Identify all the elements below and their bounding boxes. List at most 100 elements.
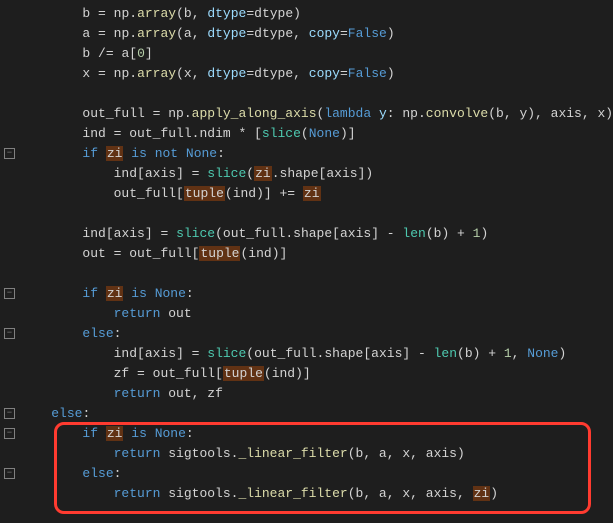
code-token: slice (176, 226, 215, 241)
code-line[interactable]: ind = out_full.ndim * [slice(None)] (20, 124, 613, 144)
code-token: [ (176, 186, 184, 201)
code-line[interactable]: return out, zf (20, 384, 613, 404)
code-token: )] += (256, 186, 303, 201)
code-token: else (51, 406, 82, 421)
code-token: zi (106, 146, 124, 161)
code-token: )] (340, 126, 356, 141)
code-token: False (348, 26, 387, 41)
code-token: array (137, 66, 176, 81)
code-token: = (90, 26, 113, 41)
code-line[interactable]: else: (20, 404, 613, 424)
code-area[interactable]: b = np.array(b, dtype=dtype) a = np.arra… (20, 0, 613, 523)
code-token: = (90, 6, 113, 21)
code-line[interactable]: out = out_full[tuple(ind)] (20, 244, 613, 264)
code-token: np (114, 6, 130, 21)
code-line[interactable]: if zi is None: (20, 424, 613, 444)
code-token: , (293, 66, 309, 81)
code-line[interactable]: if zi is not None: (20, 144, 613, 164)
code-token: else (82, 466, 113, 481)
code-token: out (82, 246, 105, 261)
code-token: dtype (207, 6, 246, 21)
code-token: axis (145, 166, 176, 181)
code-line[interactable]: ind[axis] = slice(out_full.shape[axis] -… (20, 224, 613, 244)
code-line[interactable]: b /= a[0] (20, 44, 613, 64)
code-token: [ (137, 166, 145, 181)
code-line[interactable]: return sigtools._linear_filter(b, a, x, … (20, 484, 613, 504)
code-token: copy (309, 66, 340, 81)
code-token: is (131, 146, 147, 161)
code-token: out_full (129, 126, 191, 141)
code-token: ind (272, 366, 295, 381)
code-token: ) (490, 486, 498, 501)
code-token: np (168, 106, 184, 121)
code-line[interactable]: a = np.array(a, dtype=dtype, copy=False) (20, 24, 613, 44)
code-token: a (184, 26, 192, 41)
fold-toggle-icon[interactable]: − (4, 148, 15, 159)
code-token: zi (254, 166, 272, 181)
code-token: None (527, 346, 558, 361)
code-token: ( (457, 346, 465, 361)
code-token: , (387, 486, 403, 501)
code-token: np (114, 26, 130, 41)
code-token: ( (176, 6, 184, 21)
code-token: ind (248, 246, 271, 261)
code-token: if (82, 286, 98, 301)
code-line[interactable]: else: (20, 464, 613, 484)
code-token: ] (145, 46, 153, 61)
code-line[interactable]: return sigtools._linear_filter(b, a, x, … (20, 444, 613, 464)
code-token: tuple (199, 246, 240, 261)
code-token: : (186, 286, 194, 301)
code-line[interactable]: return out (20, 304, 613, 324)
fold-toggle-icon[interactable]: − (4, 408, 15, 419)
code-token: = (106, 126, 129, 141)
code-line[interactable] (20, 264, 613, 284)
code-line[interactable]: ind[axis] = slice(out_full.shape[axis] -… (20, 344, 613, 364)
code-token: )] (295, 366, 311, 381)
code-token: , (512, 346, 528, 361)
code-token: else (82, 326, 113, 341)
code-token: ind (233, 186, 256, 201)
code-token: ) (480, 226, 488, 241)
code-token: b (465, 346, 473, 361)
code-token: * [ (231, 126, 262, 141)
code-token: ( (426, 226, 434, 241)
code-token: . (418, 106, 426, 121)
code-token: b (184, 6, 192, 21)
code-token: : (186, 426, 194, 441)
code-token: ( (488, 106, 496, 121)
code-token: False (348, 66, 387, 81)
code-line[interactable] (20, 204, 613, 224)
code-token: , (457, 486, 473, 501)
code-token: ) (387, 66, 395, 81)
code-token: out_full (114, 186, 176, 201)
code-editor[interactable]: −−−−−− b = np.array(b, dtype=dtype) a = … (0, 0, 613, 523)
code-token: _linear_filter (238, 486, 347, 501)
fold-toggle-icon[interactable]: − (4, 428, 15, 439)
code-token: slice (262, 126, 301, 141)
code-token: x (402, 446, 410, 461)
code-token: axis (426, 486, 457, 501)
code-token: , (582, 106, 598, 121)
code-token: ] = (145, 226, 176, 241)
code-line[interactable]: if zi is None: (20, 284, 613, 304)
code-line[interactable]: zf = out_full[tuple(ind)] (20, 364, 613, 384)
code-token: ]) (358, 166, 374, 181)
code-line[interactable]: out_full = np.apply_along_axis(lambda y:… (20, 104, 613, 124)
code-token (98, 426, 106, 441)
fold-toggle-icon[interactable]: − (4, 328, 15, 339)
fold-toggle-icon[interactable]: − (4, 288, 15, 299)
code-token: , (192, 386, 208, 401)
code-token: . (129, 6, 137, 21)
code-token: = (340, 26, 348, 41)
code-line[interactable]: b = np.array(b, dtype=dtype) (20, 4, 613, 24)
code-token: zf (114, 366, 130, 381)
code-token: return (114, 306, 161, 321)
code-line[interactable]: ind[axis] = slice(zi.shape[axis]) (20, 164, 613, 184)
code-line[interactable]: else: (20, 324, 613, 344)
code-line[interactable] (20, 84, 613, 104)
code-line[interactable]: x = np.array(x, dtype=dtype, copy=False) (20, 64, 613, 84)
code-line[interactable]: out_full[tuple(ind)] += zi (20, 184, 613, 204)
fold-toggle-icon[interactable]: − (4, 468, 15, 479)
code-token: : (387, 106, 403, 121)
code-token: not (155, 146, 178, 161)
